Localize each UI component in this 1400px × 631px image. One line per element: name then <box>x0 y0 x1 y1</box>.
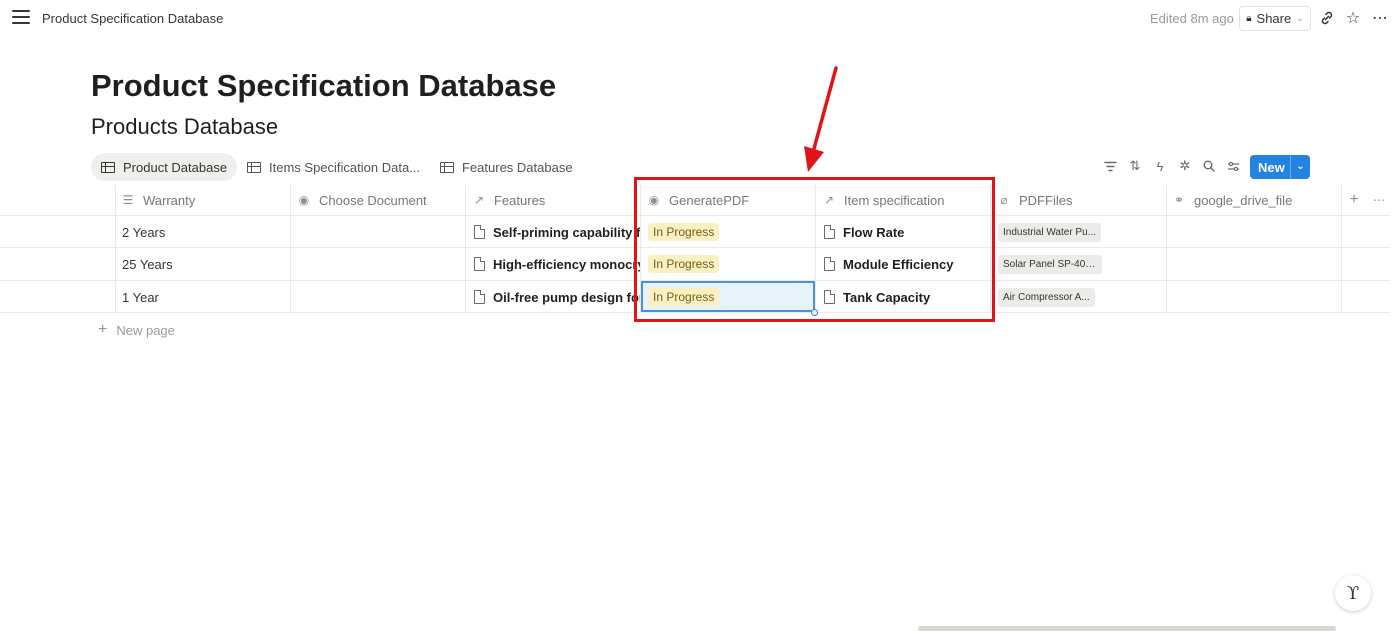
link-icon[interactable] <box>1318 9 1336 27</box>
file-chip[interactable]: Industrial Water Pu... <box>998 222 1101 242</box>
column-label: Warranty <box>143 192 196 208</box>
feature-link[interactable]: High-efficiency monocryst <box>493 257 640 272</box>
plus-icon: + <box>98 321 108 338</box>
column-header-google-drive-file[interactable]: ⚭ google_drive_file <box>1172 185 1292 215</box>
new-button[interactable]: New ⌄ <box>1250 155 1310 179</box>
column-header-features[interactable]: ↗ Features <box>472 185 545 215</box>
column-divider <box>465 185 466 313</box>
cell-pdffiles[interactable]: Air Compressor A... <box>998 281 1163 313</box>
link-icon: ⚭ <box>1173 193 1185 207</box>
cell-pdffiles[interactable]: Industrial Water Pu... <box>998 216 1163 248</box>
edited-timestamp: Edited 8m ago <box>1150 11 1234 26</box>
settings-icon[interactable] <box>1225 158 1241 174</box>
select-icon: ◉ <box>298 193 310 207</box>
cell-pdffiles[interactable]: Solar Panel SP-400... <box>998 248 1163 280</box>
ai-icon[interactable]: ✲ <box>1177 158 1193 174</box>
tab-items-specification-database[interactable]: Items Specification Data... <box>237 153 430 181</box>
more-options-icon[interactable]: ⋯ <box>1371 9 1389 27</box>
column-header-warranty[interactable]: ☰ Warranty <box>121 185 196 215</box>
column-divider <box>1341 185 1342 313</box>
cell-warranty[interactable]: 2 Years <box>122 216 287 248</box>
new-page-button[interactable]: + New page <box>98 321 175 339</box>
sidebar-menu-icon[interactable] <box>12 10 30 26</box>
file-chip[interactable]: Air Compressor A... <box>998 287 1095 307</box>
filter-icon[interactable] <box>1102 158 1118 174</box>
automation-icon[interactable]: ϟ <box>1152 158 1168 174</box>
text-icon: ☰ <box>122 193 134 207</box>
page-icon <box>474 290 485 304</box>
chevron-down-icon[interactable]: ⌄ <box>1290 155 1310 179</box>
table-icon <box>247 161 261 173</box>
page-title: Product Specification Database <box>91 68 557 103</box>
chevron-down-icon: ⌄ <box>1296 13 1304 23</box>
cell-features[interactable]: Oil-free pump design for <box>474 281 640 313</box>
lock-icon: 🔒︎ <box>1246 13 1252 24</box>
table-icon <box>440 161 454 173</box>
cell-warranty[interactable]: 25 Years <box>122 248 287 280</box>
column-label: Features <box>494 192 546 208</box>
horizontal-scrollbar[interactable] <box>918 626 1336 631</box>
share-label: Share <box>1256 11 1292 26</box>
star-icon[interactable]: ☆ <box>1344 9 1362 27</box>
column-label: Choose Document <box>319 192 427 208</box>
page-icon <box>474 225 485 239</box>
cell-google-drive-file[interactable] <box>1167 216 1341 248</box>
add-column-icon[interactable]: + <box>1347 185 1361 215</box>
share-button[interactable]: 🔒︎ Share ⌄ <box>1239 6 1311 31</box>
column-divider <box>115 185 116 313</box>
sort-icon[interactable]: ⇅ <box>1127 158 1143 174</box>
tab-label: Features Database <box>462 159 573 175</box>
breadcrumb[interactable]: Product Specification Database <box>42 11 223 26</box>
column-header-pdffiles[interactable]: ⌀ PDFFiles <box>997 185 1072 215</box>
cell-features[interactable]: Self-priming capability fo <box>474 216 640 248</box>
feature-link[interactable]: Oil-free pump design for <box>493 290 640 305</box>
feature-link[interactable]: Self-priming capability fo <box>493 225 640 240</box>
cell-warranty[interactable]: 1 Year <box>122 281 287 313</box>
column-label: google_drive_file <box>1194 192 1293 208</box>
cell-choose-document[interactable] <box>291 281 465 313</box>
tab-label: Product Database <box>123 159 228 175</box>
cell-choose-document[interactable] <box>291 216 465 248</box>
cell-choose-document[interactable] <box>291 248 465 280</box>
column-options-icon[interactable]: ⋯ <box>1372 185 1386 215</box>
relation-icon: ↗ <box>473 193 485 207</box>
table-icon <box>101 161 115 173</box>
cell-google-drive-file[interactable] <box>1167 281 1341 313</box>
tab-label: Items Specification Data... <box>269 159 421 175</box>
annotation-arrow-icon <box>804 66 838 172</box>
help-icon[interactable]: ϒ <box>1335 575 1371 611</box>
tab-features-database[interactable]: Features Database <box>430 153 583 181</box>
cell-google-drive-file[interactable] <box>1167 248 1341 280</box>
tab-product-database[interactable]: Product Database <box>91 153 238 181</box>
page-icon <box>474 257 485 271</box>
new-button-label: New <box>1258 159 1285 175</box>
column-label: PDFFiles <box>1019 192 1073 208</box>
database-title: Products Database <box>91 114 279 139</box>
top-bar: Product Specification Database Edited 8m… <box>0 0 1400 38</box>
cell-features[interactable]: High-efficiency monocryst <box>474 248 640 280</box>
new-page-label: New page <box>116 322 175 338</box>
column-header-choose-document[interactable]: ◉ Choose Document <box>297 185 427 215</box>
attachment-icon: ⌀ <box>1000 193 1008 207</box>
annotation-highlight-box <box>634 177 995 322</box>
search-icon[interactable] <box>1201 158 1217 174</box>
file-chip[interactable]: Solar Panel SP-400... <box>998 254 1102 274</box>
